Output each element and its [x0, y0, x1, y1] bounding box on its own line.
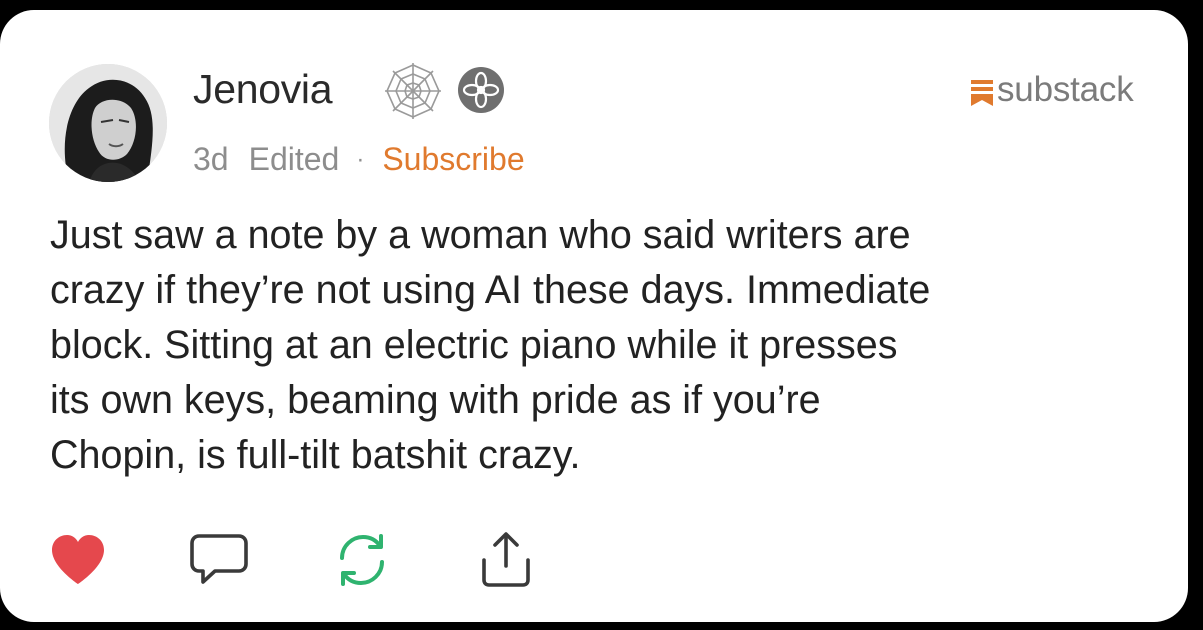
substack-brand[interactable]: substack	[971, 70, 1134, 110]
avatar-image	[49, 64, 167, 182]
brand-name: substack	[997, 70, 1134, 109]
meta-separator: ·	[356, 145, 365, 173]
heart-icon[interactable]	[50, 534, 106, 586]
note-card: Jenovia 3d Edited · Subscribe substack J…	[0, 10, 1188, 622]
post-age: 3d	[193, 141, 229, 177]
avatar[interactable]	[49, 64, 167, 182]
comment-icon[interactable]	[189, 530, 249, 590]
edited-label: Edited	[248, 141, 340, 177]
flower-badge-icon	[458, 67, 504, 113]
substack-logo-icon	[971, 79, 993, 106]
note-body: Just saw a note by a woman who said writ…	[50, 213, 931, 477]
author-name[interactable]: Jenovia	[193, 66, 333, 113]
subscribe-link[interactable]: Subscribe	[382, 141, 524, 178]
share-icon[interactable]	[478, 530, 534, 590]
spiderweb-icon	[385, 63, 441, 119]
restack-icon[interactable]	[332, 530, 392, 590]
post-meta: 3d Edited · Subscribe	[193, 141, 525, 178]
